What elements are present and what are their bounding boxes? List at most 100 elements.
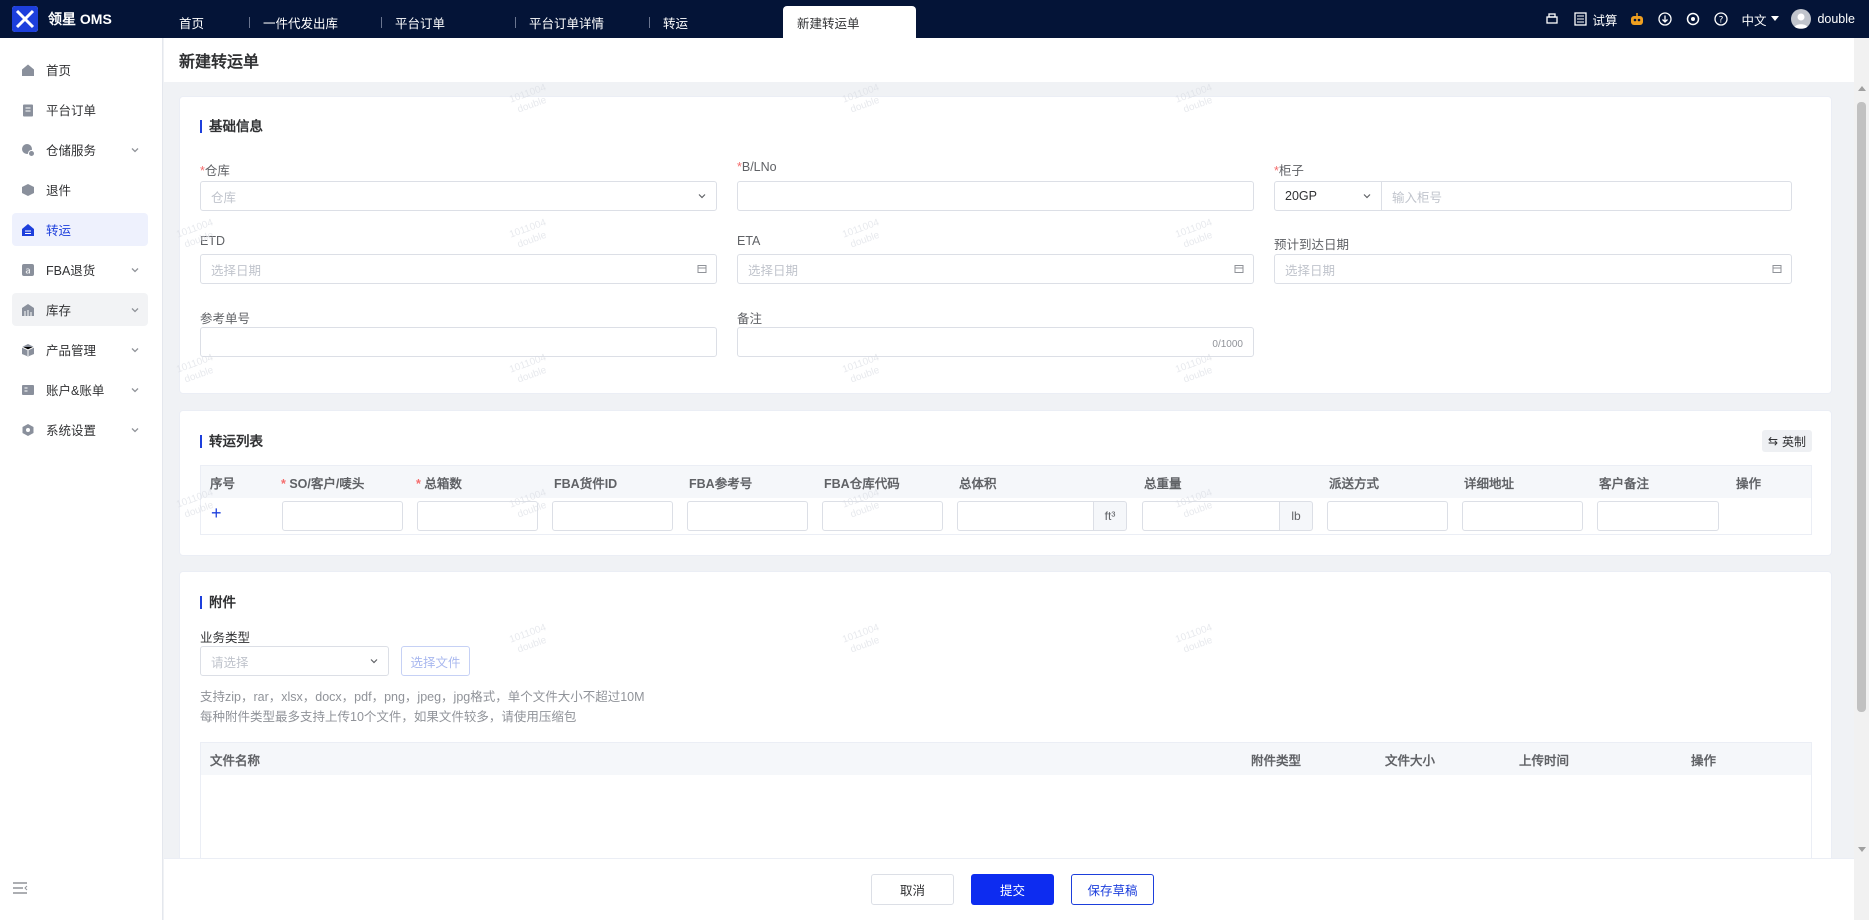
home-icon	[20, 62, 36, 78]
unit-toggle-button[interactable]: ⇆ 英制	[1762, 430, 1812, 452]
sidebar-item-fba-returns[interactable]: a FBA退货	[12, 253, 148, 286]
business-type-select[interactable]: 请选择	[200, 646, 389, 676]
col-total-weight: 总重量	[1144, 476, 1182, 491]
submit-label: 提交	[999, 884, 1025, 898]
so-input[interactable]	[282, 501, 403, 531]
robot-icon[interactable]	[1629, 11, 1645, 27]
scroll-up-icon[interactable]	[1858, 86, 1866, 91]
box-count-input[interactable]	[417, 501, 538, 531]
col-fba-shipment-id: FBA货件ID	[554, 476, 618, 491]
tab-home[interactable]: 首页	[165, 6, 249, 38]
col-file-name: 文件名称	[210, 753, 261, 768]
container-label: *柜子	[1274, 164, 1304, 178]
sidebar-item-inventory[interactable]: 库存	[12, 293, 148, 326]
volume-unit: ft³	[1093, 501, 1127, 531]
calendar-icon	[697, 265, 707, 273]
eta-placeholder: 选择日期	[748, 263, 799, 278]
sidebar-item-products[interactable]: 产品管理	[12, 333, 148, 366]
sidebar-item-home[interactable]: 首页	[12, 53, 148, 86]
col-so: * SO/客户/唛头	[281, 476, 365, 491]
customer-remark-input[interactable]	[1597, 501, 1719, 531]
select-file-button[interactable]: 选择文件	[401, 646, 470, 676]
tab-dropship-outbound[interactable]: 一件代发出库	[249, 6, 381, 38]
chevron-down-icon	[131, 267, 139, 272]
col-customer-remark: 客户备注	[1599, 476, 1650, 491]
container-number-input[interactable]: 输入柜号	[1381, 181, 1792, 211]
scroll-down-icon[interactable]	[1858, 847, 1866, 852]
warehouse-select[interactable]: 仓库	[200, 181, 717, 211]
fba-shipment-id-input[interactable]	[552, 501, 673, 531]
transfer-table: 序号 * SO/客户/唛头 * 总箱数 FBA货件ID FBA参考号 FBA仓库…	[200, 465, 1812, 535]
col-attachment-type: 附件类型	[1251, 753, 1302, 768]
remark-textarea[interactable]: 0/1000	[737, 327, 1254, 357]
sidebar-item-transfer[interactable]: 转运	[12, 213, 148, 246]
tab-new-transfer[interactable]: 新建转运单	[783, 6, 916, 38]
print-icon[interactable]	[1544, 11, 1560, 27]
col-index: 序号	[210, 476, 236, 491]
calculator-icon	[1572, 11, 1588, 27]
caret-down-icon	[1771, 16, 1780, 21]
attachments-title: 附件	[200, 596, 236, 609]
avatar	[1791, 9, 1812, 29]
gear-icon	[20, 422, 36, 438]
fba-icon: a	[20, 262, 36, 278]
sidebar-item-returns[interactable]: 退件	[12, 173, 148, 206]
calendar-icon	[1234, 265, 1244, 273]
attachments-table-header: 文件名称 附件类型 文件大小 上传时间 操作	[201, 743, 1811, 775]
help-icon[interactable]: ?	[1713, 11, 1729, 27]
remark-label: 备注	[737, 312, 763, 326]
add-row-icon[interactable]: +	[211, 504, 222, 522]
sidebar-item-label: 系统设置	[46, 424, 97, 438]
etd-date-picker[interactable]: 选择日期	[200, 254, 717, 284]
tab-transfer[interactable]: 转运	[649, 6, 783, 38]
download-icon[interactable]	[1657, 11, 1673, 27]
weight-input[interactable]	[1142, 501, 1280, 531]
tab-platform-order-detail[interactable]: 平台订单详情	[515, 6, 649, 38]
sidebar-item-platform-orders[interactable]: 平台订单	[12, 93, 148, 126]
clipboard-icon	[20, 102, 36, 118]
col-actions: 操作	[1736, 476, 1762, 491]
warehouse-placeholder: 仓库	[211, 190, 237, 205]
cancel-label: 取消	[899, 884, 925, 898]
trial-calc-button[interactable]: 试算	[1572, 10, 1617, 29]
col-file-size: 文件大小	[1385, 753, 1436, 768]
chevron-down-icon	[698, 194, 706, 199]
svg-text:a: a	[25, 266, 31, 276]
tab-platform-orders[interactable]: 平台订单	[381, 6, 515, 38]
fba-reference-input[interactable]	[687, 501, 808, 531]
language-select[interactable]: 中文	[1741, 10, 1780, 29]
sidebar-item-label: 仓储服务	[46, 144, 97, 158]
delivery-method-input[interactable]	[1327, 501, 1448, 531]
reference-number-input[interactable]	[200, 327, 717, 357]
page-scrollbar[interactable]	[1854, 38, 1869, 920]
fba-warehouse-code-input[interactable]	[822, 501, 943, 531]
user-name: double	[1817, 12, 1855, 26]
container-number-placeholder: 输入柜号	[1392, 190, 1443, 205]
sidebar-item-warehouse-services[interactable]: 仓储服务	[12, 133, 148, 166]
arrival-date-picker[interactable]: 选择日期	[1274, 254, 1792, 284]
nav-tabs: 首页 一件代发出库 平台订单 平台订单详情 转运 新建转运单	[165, 0, 916, 38]
bl-input[interactable]	[737, 181, 1254, 211]
container-type-select[interactable]: 20GP	[1274, 181, 1382, 211]
trial-calc-label: 试算	[1592, 13, 1618, 28]
sidebar-item-accounts-billing[interactable]: 账户&账单	[12, 373, 148, 406]
unit-toggle-label: 英制	[1782, 434, 1807, 449]
collapse-sidebar-icon[interactable]	[12, 881, 28, 898]
chevron-down-icon	[370, 659, 378, 664]
save-draft-button[interactable]: 保存草稿	[1071, 874, 1154, 905]
settings-icon[interactable]	[1685, 11, 1701, 27]
remark-char-count: 0/1000	[1212, 339, 1243, 350]
top-bar: 领星 OMS 首页 一件代发出库 平台订单 平台订单详情 转运 新建转运单 试算…	[0, 0, 1869, 38]
app-logo[interactable]: 领星 OMS	[0, 0, 165, 38]
submit-button[interactable]: 提交	[971, 874, 1054, 905]
cancel-button[interactable]: 取消	[871, 874, 954, 905]
user-menu[interactable]: double	[1791, 9, 1855, 29]
address-input[interactable]	[1462, 501, 1583, 531]
eta-date-picker[interactable]: 选择日期	[737, 254, 1254, 284]
scrollbar-thumb[interactable]	[1857, 102, 1866, 712]
sidebar-item-label: 转运	[46, 224, 72, 238]
col-fba-warehouse-code: FBA仓库代码	[824, 476, 900, 491]
volume-input[interactable]	[957, 501, 1094, 531]
sidebar-item-system-settings[interactable]: 系统设置	[12, 413, 148, 446]
sidebar: 首页 平台订单 仓储服务 退件 转运 a FBA退货 库存 产品管理 账户&账单	[0, 38, 163, 920]
